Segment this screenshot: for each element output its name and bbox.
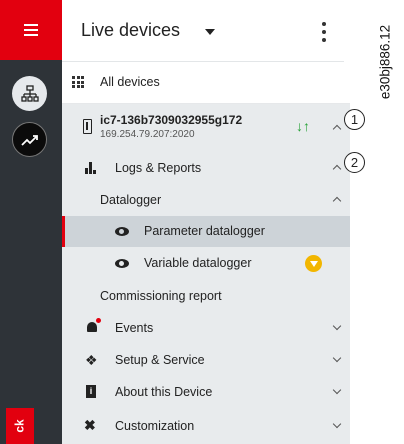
feedback-tab[interactable]: ck xyxy=(6,408,34,444)
parameter-datalogger-item[interactable]: Parameter datalogger xyxy=(62,216,350,247)
device-ip: 169.254.79.207:2020 xyxy=(100,129,195,140)
devices-nav-button[interactable] xyxy=(12,76,47,111)
expand-chevron-icon[interactable] xyxy=(332,321,342,331)
commissioning-report-item[interactable]: Commissioning report xyxy=(62,280,350,312)
about-device-item[interactable]: i About this Device xyxy=(62,376,350,408)
datalogger-item[interactable]: Datalogger xyxy=(62,184,350,216)
datalogger-label: Datalogger xyxy=(100,193,162,207)
hamburger-icon-bar xyxy=(24,34,38,36)
live-devices-dropdown[interactable]: Live devices xyxy=(81,20,180,41)
eye-icon xyxy=(115,227,129,236)
logs-reports-label: Logs & Reports xyxy=(115,161,202,175)
kebab-dot xyxy=(322,38,326,42)
drive-icon xyxy=(83,119,92,134)
variable-datalogger-item[interactable]: Variable datalogger xyxy=(62,247,350,280)
collapse-chevron-icon[interactable] xyxy=(332,164,342,174)
navigation-panel: All devices ic7-136b7309032955g172 169.2… xyxy=(62,62,350,444)
dropdown-caret-icon[interactable] xyxy=(205,29,215,35)
expand-chevron-icon[interactable] xyxy=(332,353,342,363)
bar-chart-icon xyxy=(85,162,97,174)
live-trend-nav-button[interactable] xyxy=(12,122,47,157)
kebab-dot xyxy=(322,22,326,26)
callout-2: 2 xyxy=(344,152,365,173)
collapse-chevron-icon[interactable] xyxy=(332,124,342,134)
expand-chevron-icon[interactable] xyxy=(332,419,342,429)
customization-item[interactable]: ✖ Customization xyxy=(62,408,350,444)
callout-1: 1 xyxy=(344,109,365,130)
expand-chevron-icon[interactable] xyxy=(332,385,342,395)
premium-badge-icon xyxy=(305,255,322,272)
eye-icon xyxy=(115,259,129,268)
left-rail: ck xyxy=(0,0,62,444)
feedback-tab-label: ck xyxy=(12,419,27,433)
events-item[interactable]: Events xyxy=(62,312,350,344)
more-options-button[interactable] xyxy=(321,22,327,42)
about-device-label: About this Device xyxy=(115,385,213,399)
grid-icon xyxy=(72,76,84,88)
all-devices-label: All devices xyxy=(100,75,160,89)
tools-icon: ✖ xyxy=(84,417,96,433)
wrench-icon: ❖ xyxy=(85,352,98,368)
kebab-dot xyxy=(322,30,326,34)
panel-header: Live devices xyxy=(62,0,344,62)
device-tree: ic7-136b7309032955g172 169.254.79.207:20… xyxy=(62,104,350,444)
device-name: ic7-136b7309032955g172 xyxy=(100,113,243,127)
selected-indicator xyxy=(62,216,65,247)
all-devices-item[interactable]: All devices xyxy=(62,62,350,104)
info-icon: i xyxy=(86,385,96,398)
setup-service-item[interactable]: ❖ Setup & Service xyxy=(62,344,350,376)
hamburger-icon-bar xyxy=(24,29,38,31)
collapse-chevron-icon[interactable] xyxy=(332,196,342,206)
network-icon xyxy=(20,84,39,102)
parameter-datalogger-label: Parameter datalogger xyxy=(144,224,265,238)
events-label: Events xyxy=(115,321,154,335)
hamburger-icon-bar xyxy=(24,24,38,26)
trend-icon xyxy=(20,134,38,146)
document-reference: e30bj886.12 xyxy=(375,12,395,112)
hamburger-menu-button[interactable] xyxy=(0,0,62,60)
notification-dot xyxy=(96,318,101,323)
sync-arrows-icon: ↓↑ xyxy=(296,118,310,134)
device-item[interactable]: ic7-136b7309032955g172 169.254.79.207:20… xyxy=(62,104,350,152)
customization-label: Customization xyxy=(115,419,195,433)
bell-icon xyxy=(87,322,97,332)
setup-service-label: Setup & Service xyxy=(115,353,205,367)
variable-datalogger-label: Variable datalogger xyxy=(144,256,252,270)
document-reference-label: e30bj886.12 xyxy=(377,24,393,100)
logs-reports-item[interactable]: Logs & Reports xyxy=(62,152,350,184)
commissioning-report-label: Commissioning report xyxy=(100,289,222,303)
